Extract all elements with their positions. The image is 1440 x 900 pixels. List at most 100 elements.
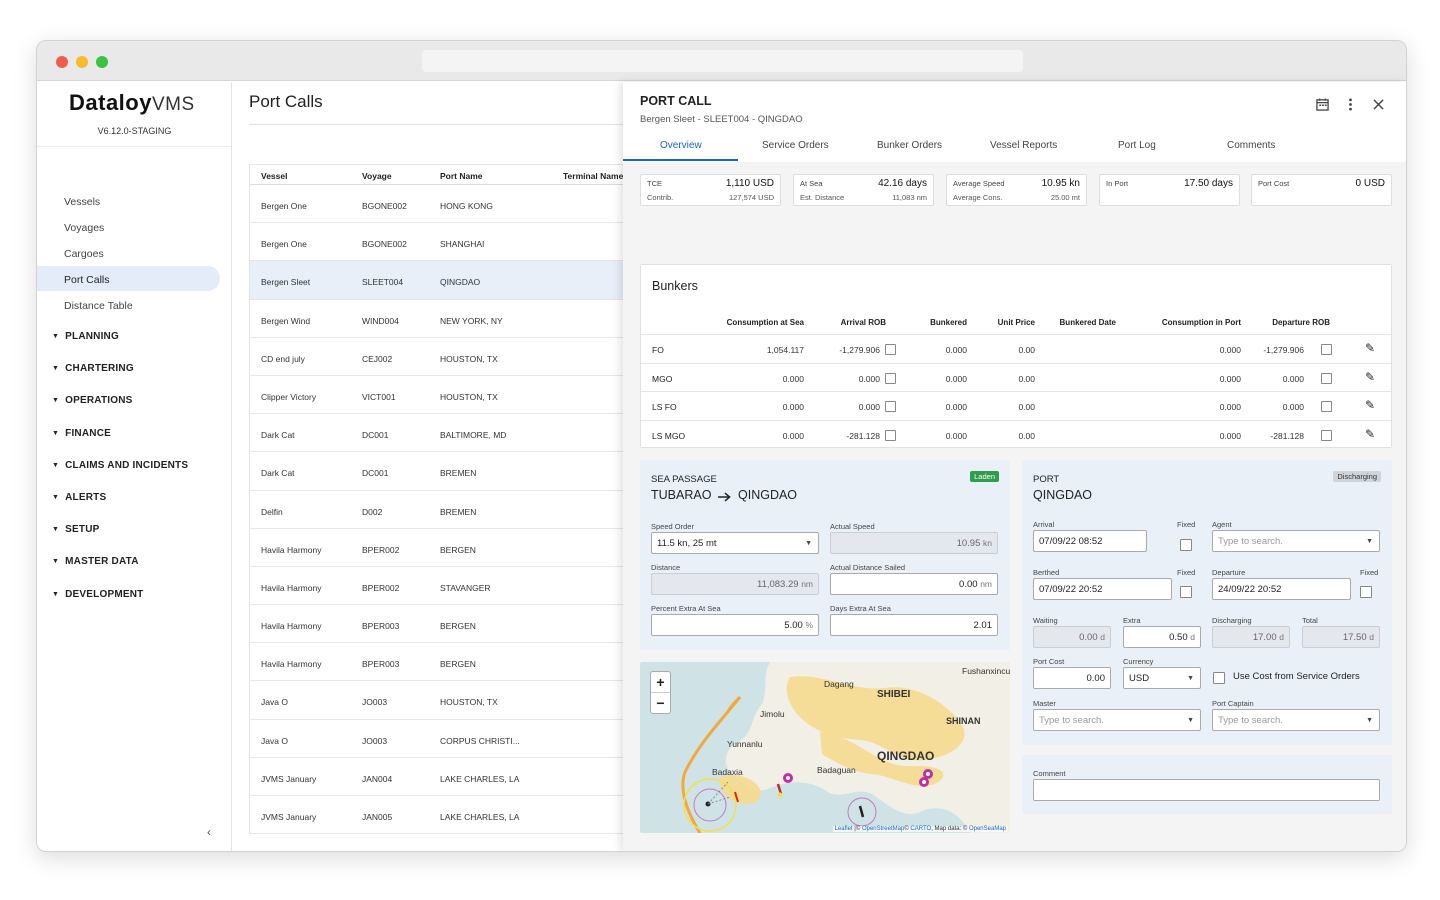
master-select[interactable]: Type to search.▼: [1033, 709, 1201, 731]
table-row[interactable]: JVMS January JAN005 LAKE CHARLES, LA: [250, 796, 658, 834]
table-row[interactable]: Dark Cat DC001 BREMEN: [250, 452, 658, 490]
app-logo[interactable]: DataloyVMS: [69, 90, 195, 116]
berthed-input[interactable]: 07/09/22 20:52: [1033, 578, 1172, 600]
table-row[interactable]: Bergen Wind WIND004 NEW YORK, NY: [250, 300, 658, 338]
kpi-value: 17.50 days: [1184, 178, 1233, 189]
zoom-out-button[interactable]: −: [651, 693, 670, 714]
use-cost-checkbox[interactable]: [1213, 672, 1225, 684]
minimize-window-button[interactable]: [76, 56, 88, 68]
active-tab-indicator: [623, 159, 738, 161]
col-port-name[interactable]: Port Name: [440, 171, 483, 181]
caret-down-icon: ▼: [1187, 675, 1194, 682]
sidebar-item-distance-table[interactable]: Distance Table: [37, 292, 220, 317]
table-row[interactable]: Havila Harmony BPER002 BERGEN: [250, 529, 658, 567]
arrival-fixed-checkbox[interactable]: [1180, 539, 1192, 551]
arrival-rob-checkbox[interactable]: [885, 344, 896, 355]
port-cost-input[interactable]: 0.00: [1033, 667, 1111, 689]
kpi-card: At Sea 42.16 days Est. Distance 11,083 n…: [793, 174, 934, 206]
sidebar-item-port-calls[interactable]: Port Calls: [37, 266, 220, 291]
sidebar-section[interactable]: ▼CLAIMS AND INCIDENTS: [52, 460, 188, 471]
departure-rob-cell: -1,279.906: [1263, 345, 1304, 355]
edit-pencil-icon[interactable]: ✎: [1365, 427, 1375, 441]
table-row[interactable]: Delfin D002 BREMEN: [250, 491, 658, 529]
agent-select[interactable]: Type to search.▼: [1212, 530, 1380, 552]
departure-rob-checkbox[interactable]: [1321, 373, 1332, 384]
table-row[interactable]: Havila Harmony BPER003 BERGEN: [250, 643, 658, 681]
sidebar-section[interactable]: ▼CHARTERING: [52, 363, 134, 374]
col-terminal-name[interactable]: Terminal Name: [563, 171, 623, 181]
kpi-card: Port Cost 0 USD: [1251, 174, 1392, 206]
tab-service-orders[interactable]: Service Orders: [762, 140, 829, 151]
currency-select[interactable]: USD▼: [1123, 667, 1201, 689]
sidebar-section[interactable]: ▼DEVELOPMENT: [52, 589, 143, 600]
departure-fixed-checkbox[interactable]: [1360, 586, 1372, 598]
attr-link[interactable]: OpenStreetMap: [862, 826, 904, 832]
days-extra-input[interactable]: 2.01: [830, 614, 998, 636]
arrival-rob-checkbox[interactable]: [885, 430, 896, 441]
voyage-cell: DC001: [362, 430, 388, 440]
berthed-fixed-checkbox[interactable]: [1180, 586, 1192, 598]
table-row[interactable]: Dark Cat DC001 BALTIMORE, MD: [250, 414, 658, 452]
arrival-rob-checkbox[interactable]: [885, 401, 896, 412]
sidebar-item-vessels[interactable]: Vessels: [37, 188, 220, 213]
captain-select[interactable]: Type to search.▼: [1212, 709, 1380, 731]
table-row[interactable]: Clipper Victory VICT001 HOUSTON, TX: [250, 376, 658, 414]
sidebar-section[interactable]: ▼ALERTS: [52, 492, 106, 503]
address-bar[interactable]: [422, 50, 1023, 72]
pct-extra-input[interactable]: 5.00 %: [651, 614, 819, 636]
departure-input[interactable]: 24/09/22 20:52: [1212, 578, 1351, 600]
close-icon[interactable]: [1373, 99, 1384, 110]
extra-input[interactable]: 0.50 d: [1123, 626, 1201, 648]
bunker-grade: MGO: [652, 374, 672, 384]
attr-link[interactable]: OpenSeaMap: [969, 826, 1006, 832]
sidebar-item-voyages[interactable]: Voyages: [37, 214, 220, 239]
chevron-left-icon[interactable]: ‹: [207, 825, 211, 839]
edit-pencil-icon[interactable]: ✎: [1365, 341, 1375, 355]
table-row[interactable]: JVMS January JAN004 LAKE CHARLES, LA: [250, 758, 658, 796]
tab-comments[interactable]: Comments: [1227, 140, 1275, 151]
actual-distance-input[interactable]: 0.00 nm: [830, 573, 998, 595]
zoom-in-button[interactable]: +: [651, 672, 670, 693]
comment-input[interactable]: [1033, 779, 1380, 801]
edit-pencil-icon[interactable]: ✎: [1365, 370, 1375, 384]
table-row[interactable]: Bergen Sleet SLEET004 QINGDAO: [250, 261, 658, 299]
route-map[interactable]: + − Fushanxincun Dagang SHIBEI SHINAN Ji…: [640, 662, 1010, 833]
table-row[interactable]: Havila Harmony BPER002 STAVANGER: [250, 567, 658, 605]
sidebar-section[interactable]: ▼SETUP: [52, 524, 99, 535]
kpi-sublabel: Average Cons.: [953, 193, 1002, 202]
sidebar-section[interactable]: ▼FINANCE: [52, 428, 111, 439]
speed-order-select[interactable]: 11.5 kn, 25 mt▼: [651, 532, 819, 554]
calendar-icon[interactable]: [1316, 98, 1329, 111]
sidebar-section[interactable]: ▼OPERATIONS: [52, 395, 133, 406]
arrival-input[interactable]: 07/09/22 08:52: [1033, 530, 1147, 552]
table-row[interactable]: Bergen One BGONE002 SHANGHAI: [250, 223, 658, 261]
tab-bunker-orders[interactable]: Bunker Orders: [877, 140, 942, 151]
close-window-button[interactable]: [56, 56, 68, 68]
title-divider: [249, 124, 653, 125]
tab-vessel-reports[interactable]: Vessel Reports: [990, 140, 1057, 151]
sidebar-section[interactable]: ▼PLANNING: [52, 331, 119, 342]
table-row[interactable]: Java O JO003 HOUSTON, TX: [250, 681, 658, 719]
col-voyage[interactable]: Voyage: [362, 171, 392, 181]
table-row[interactable]: Java O JO003 CORPUS CHRISTI...: [250, 720, 658, 758]
sidebar-section[interactable]: ▼MASTER DATA: [52, 556, 139, 567]
voyage-cell: CEJ002: [362, 354, 392, 364]
tab-overview[interactable]: Overview: [660, 140, 702, 151]
more-vert-icon[interactable]: [1348, 98, 1353, 111]
maximize-window-button[interactable]: [96, 56, 108, 68]
departure-rob-checkbox[interactable]: [1321, 401, 1332, 412]
attr-link[interactable]: Leaflet: [835, 826, 853, 832]
col-vessel[interactable]: Vessel: [261, 171, 287, 181]
table-row[interactable]: Havila Harmony BPER003 BERGEN: [250, 605, 658, 643]
arrival-rob-checkbox[interactable]: [885, 373, 896, 384]
departure-rob-checkbox[interactable]: [1321, 344, 1332, 355]
table-row[interactable]: CD end july CEJ002 HOUSTON, TX: [250, 338, 658, 376]
tab-port-log[interactable]: Port Log: [1118, 140, 1156, 151]
actual-speed-field: 10.95 kn: [830, 532, 998, 554]
edit-pencil-icon[interactable]: ✎: [1365, 398, 1375, 412]
departure-rob-checkbox[interactable]: [1321, 430, 1332, 441]
sidebar-item-cargoes[interactable]: Cargoes: [37, 240, 220, 265]
caret-down-icon: ▼: [52, 397, 59, 404]
attr-link[interactable]: CARTO: [910, 826, 931, 832]
table-row[interactable]: Bergen One BGONE002 HONG KONG: [250, 185, 658, 223]
